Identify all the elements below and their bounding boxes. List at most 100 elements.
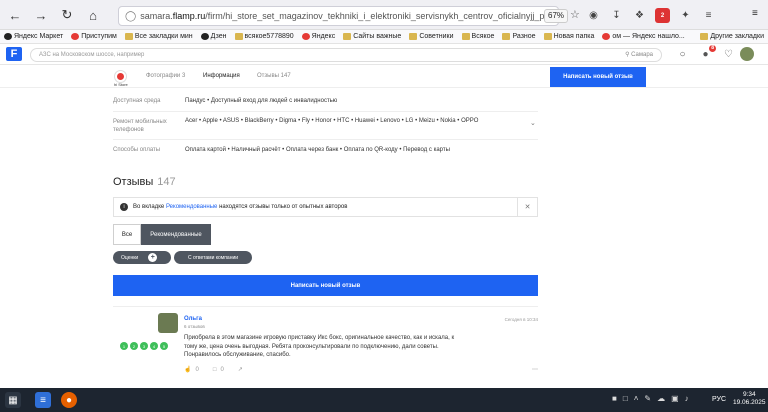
home-icon[interactable]: ⌂ [82,4,104,26]
yandex-icon [602,33,611,40]
bookmark-label: всякое5778890 [244,33,294,40]
info-label: Способы оплаты [113,147,161,153]
info-label: Ремонт мобильных телефонов [113,119,167,133]
site-header: F АЗС на Московском шоссе, например ⚲ Са… [0,44,768,65]
bookmark-item[interactable]: Яндекс [301,33,335,40]
yandex-icon [301,33,310,40]
menu-icon[interactable]: ≡ [701,8,716,23]
tray-network-icon[interactable]: ▣ [671,394,679,403]
bookmark-item[interactable]: Приступим [71,33,117,40]
wand-icon[interactable]: ✦ [678,8,693,23]
city-label: Самара [631,52,653,58]
tray-screen-icon[interactable]: □ [623,394,628,403]
tray-app-icon[interactable]: ■ [612,394,617,403]
divider [113,111,538,112]
review-author[interactable]: Ольга [184,316,202,322]
user-avatar[interactable] [740,47,754,61]
bookmark-label: Разное [512,33,536,40]
recommended-notice: i Во вкладке Рекомендованные находятся о… [113,197,538,217]
back-icon[interactable]: ← [4,4,26,26]
review-actions: ☝ 0 □ 0 ↗ [184,366,243,374]
bookmark-item[interactable]: Всякое [461,33,495,40]
write-review-button[interactable]: Написать новый отзыв [113,275,538,296]
bookmark-item[interactable]: Советники [409,33,454,40]
tray-up-icon[interactable]: ˄ [634,394,639,403]
bookmark-item[interactable]: ом — Яндекс нашло... [602,33,685,40]
zoom-indicator[interactable]: 67% [544,9,569,23]
folder-icon [71,33,80,40]
yandex-market-icon [4,33,12,40]
thumbs-up-icon: ☝ [184,367,192,373]
overflow-menu-icon[interactable]: ≡ [752,8,758,19]
more-options-icon[interactable]: ⋯ [532,366,538,373]
other-bookmarks[interactable]: Другие закладки [700,33,768,40]
bell-icon[interactable]: ● 8 [699,45,716,61]
tray-cloud-icon[interactable]: ☁ [657,394,665,403]
divider [113,139,538,140]
site-search-input[interactable]: АЗС на Московском шоссе, например ⚲ Сама… [30,48,662,62]
chevron-down-icon[interactable]: ⌄ [530,119,536,127]
extensions-icon[interactable]: ❖ [632,8,647,23]
folder-icon [343,33,352,40]
notice-prefix: Во вкладке [133,204,165,210]
notice-link[interactable]: Рекомендованные [166,204,217,210]
tray-pen-icon[interactable]: ✎ [644,394,651,403]
flamp-logo[interactable]: F [6,47,22,61]
bookmark-item[interactable]: Яндекс Маркет [4,33,63,40]
extension-badge-icon[interactable]: 2 [655,8,670,23]
app-icon[interactable]: ≡ [35,392,51,408]
bookmark-label: Яндекс Маркет [14,33,64,40]
bookmark-item[interactable]: Дзен [200,33,227,40]
bookmark-label: Советники [419,33,454,40]
company-answers-chip[interactable]: С ответами компании [174,251,252,264]
heart-icon[interactable]: ♡ [722,48,735,61]
start-icon[interactable]: ▦ [5,392,21,408]
clock-date: 19.06.2025 [733,399,766,406]
clock[interactable]: 9:34 19.06.2025 [733,391,766,407]
address-bar[interactable]: ◯ samara. flamp.ru/firm/hi_store_set_maga… [118,6,559,26]
reload-icon[interactable]: ↻ [56,4,78,26]
tab-all-reviews[interactable]: Все [113,224,141,245]
rating-stars: 1 2 3 4 5 [120,342,168,350]
folder-icon [543,33,552,40]
bookmark-item[interactable]: Все закладки мин [124,33,193,40]
tab-info[interactable]: Информация [203,73,240,79]
bookmark-star-icon[interactable]: ☆ [570,8,580,21]
info-icon: i [120,203,128,211]
tray-speaker-icon[interactable]: ♪ [685,394,689,403]
star-icon: 4 [150,342,158,350]
star-icon: 2 [130,342,138,350]
write-review-top-button[interactable]: Написать новый отзыв [550,67,646,87]
folder-icon [234,33,243,40]
star-icon: 1 [120,342,128,350]
close-icon[interactable]: ✕ [517,198,537,216]
bookmark-label: Всякое [471,33,495,40]
firefox-icon[interactable]: ● [61,392,77,408]
review-author-meta: 6 отзывов [184,324,205,329]
firm-tabs: hi Store Фотографии 3 Информация Отзывы … [0,65,768,88]
chat-icon[interactable]: ○ [676,48,689,61]
bookmark-item[interactable]: Разное [502,33,536,40]
plus-icon: + [148,253,158,262]
download-icon[interactable]: ↧ [609,8,624,23]
review-card: Ольга 6 отзывов Сегодня в 10:34 1 2 3 4 … [113,306,538,386]
review-text: Приобрела в этом магазине игровую приста… [184,335,455,358]
folder-icon [700,33,709,40]
bookmark-item[interactable]: Новая папка [543,33,594,40]
tab-recommended-reviews[interactable]: Рекомендованные [141,224,211,245]
bookmark-item[interactable]: Сайты важные [343,33,401,40]
avatar[interactable] [158,313,178,333]
reviews-count: 147 [157,176,176,188]
input-language[interactable]: РУС [712,396,726,403]
city-selector[interactable]: ⚲ Самара [625,49,653,61]
tab-reviews[interactable]: Отзывы 147 [257,73,291,79]
pocket-icon[interactable]: ◉ [586,8,601,23]
bookmark-item[interactable]: всякое5778890 [234,33,294,40]
notification-badge: 8 [709,45,716,52]
like-button[interactable]: ☝ 0 [184,366,199,374]
tab-photos[interactable]: Фотографии 3 [146,73,185,79]
ratings-filter-chip[interactable]: Оценки + [113,251,171,264]
comment-button[interactable]: □ 0 [213,366,224,373]
share-icon[interactable]: ↗ [238,366,243,373]
forward-icon[interactable]: → [30,4,52,26]
